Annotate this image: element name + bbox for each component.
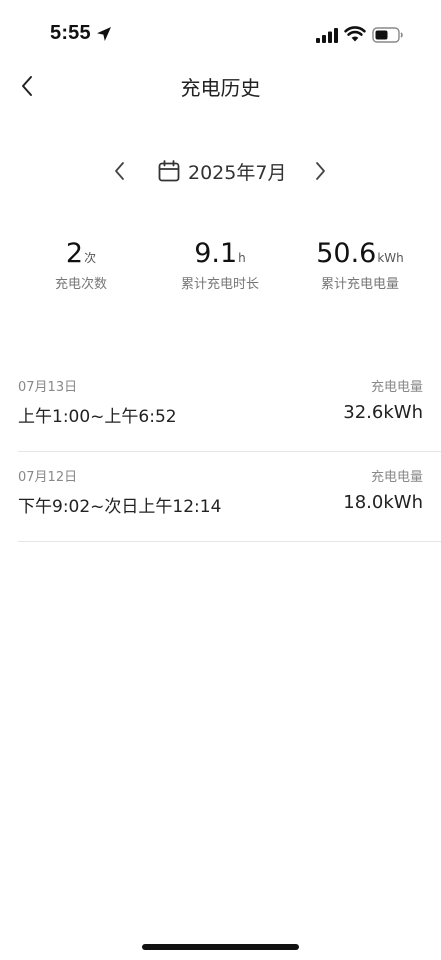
- month-label[interactable]: 2025年7月: [188, 158, 286, 185]
- stat-unit: kWh: [377, 251, 404, 265]
- battery-icon: [372, 27, 403, 43]
- stat-label: 充电次数: [54, 277, 107, 292]
- record-energy: 32.6kWh: [343, 402, 423, 423]
- calendar-icon: [158, 160, 180, 182]
- wifi-icon: [344, 26, 366, 42]
- next-month-button[interactable]: [308, 158, 332, 184]
- record-date: 07月13日: [18, 380, 78, 395]
- record-energy: 18.0kWh: [343, 492, 423, 513]
- list-item[interactable]: 07月13日 上午1:00~上午6:52 充电电量 32.6kWh: [18, 362, 441, 452]
- stat-charge-energy: 50.6kWh 累计充电电量: [285, 238, 435, 292]
- stat-value-row: 2次: [6, 238, 156, 269]
- chevron-right-icon: [316, 162, 325, 180]
- stat-charge-duration: 9.1h 累计充电时长: [145, 238, 295, 292]
- prev-month-button[interactable]: [108, 158, 132, 184]
- location-arrow-icon: [97, 27, 111, 41]
- stat-label: 累计充电电量: [320, 277, 399, 292]
- record-time-range: 上午1:00~上午6:52: [18, 407, 177, 427]
- record-date: 07月12日: [18, 470, 78, 485]
- home-indicator[interactable]: [142, 944, 299, 950]
- page-title: 充电历史: [180, 76, 261, 100]
- cellular-signal-icon: [316, 28, 338, 43]
- charging-stats: 2次 充电次数 9.1h 累计充电时长 50.6kWh 累计充电电量: [0, 238, 441, 308]
- stat-value: 50.6: [316, 238, 377, 269]
- status-bar: 5:55: [0, 0, 441, 70]
- charging-record-list: 07月13日 上午1:00~上午6:52 充电电量 32.6kWh 07月12日…: [18, 362, 441, 542]
- month-selector: 2025年7月: [0, 150, 441, 192]
- chevron-left-icon: [115, 162, 124, 180]
- stat-label: 累计充电时长: [180, 277, 259, 292]
- stat-value-row: 50.6kWh: [285, 238, 435, 269]
- stat-value-row: 9.1h: [145, 238, 295, 269]
- record-time-range: 下午9:02~次日上午12:14: [18, 497, 222, 517]
- stat-value: 9.1: [194, 238, 238, 269]
- record-energy-label: 充电电量: [370, 380, 423, 395]
- status-time: 5:55: [50, 22, 91, 44]
- record-energy-label: 充电电量: [370, 470, 423, 485]
- list-item[interactable]: 07月12日 下午9:02~次日上午12:14 充电电量 18.0kWh: [18, 452, 441, 542]
- stat-value: 2: [65, 238, 84, 269]
- nav-bar: 充电历史: [0, 62, 441, 110]
- charging-history-screen: 5:55 充电历史 2025年7月 2次 充电次数 9.1h 累计充电时长 50…: [0, 0, 441, 960]
- stat-unit: 次: [84, 251, 97, 265]
- stat-charge-count: 2次 充电次数: [6, 238, 156, 292]
- stat-unit: h: [238, 251, 246, 265]
